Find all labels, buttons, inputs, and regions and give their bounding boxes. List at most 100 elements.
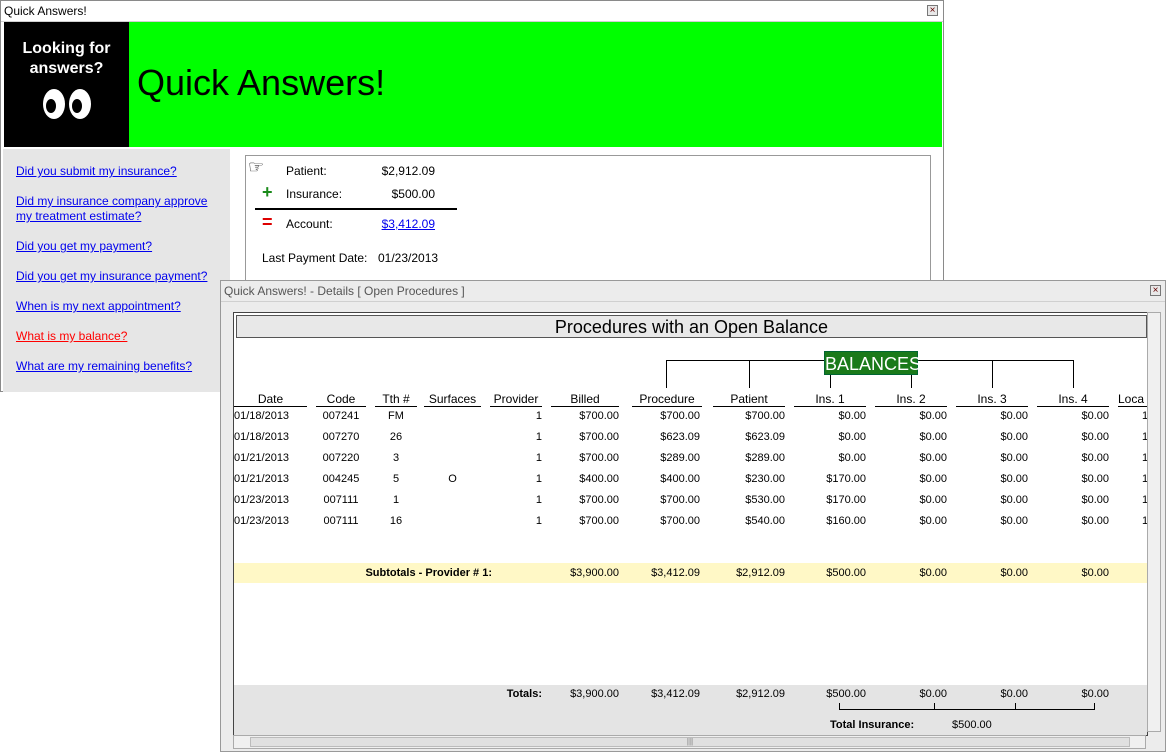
total-ins1: $500.00 [826, 688, 866, 700]
link-payment[interactable]: Did you get my payment? [16, 239, 152, 254]
cell-surfaces: O [448, 473, 457, 485]
col-header-code: Code [316, 392, 366, 407]
cell-code: 007111 [323, 494, 359, 506]
cell-ins3: $0.00 [1000, 452, 1028, 464]
cell-ins1: $0.00 [838, 410, 866, 422]
sum-divider [255, 208, 457, 210]
report-title: Procedures with an Open Balance [236, 315, 1147, 338]
col-header-patient: Patient [713, 392, 785, 407]
link-insurance-payment[interactable]: Did you get my insurance payment? [16, 269, 207, 284]
cell-procedure: $623.09 [660, 431, 700, 443]
bracket-tick [830, 375, 831, 388]
cell-procedure: $400.00 [660, 473, 700, 485]
cell-billed: $700.00 [579, 431, 619, 443]
cell-provider: 1 [535, 452, 542, 464]
total-procedure: $3,412.09 [651, 688, 700, 700]
cell-ins2: $0.00 [919, 515, 947, 527]
col-header-location: Loca [1118, 392, 1147, 407]
cell-provider: 1 [535, 473, 542, 485]
report-area: Procedures with an Open Balance BALANCES… [233, 312, 1148, 687]
total-insurance-value: $500.00 [952, 719, 992, 731]
subtotal-ins2: $0.00 [919, 567, 947, 579]
link-treatment-estimate[interactable]: Did my insurance company approve my trea… [16, 194, 216, 224]
banner-title: Quick Answers! [137, 62, 386, 103]
insurance-label: Insurance: [286, 187, 343, 201]
col-header-ins4: Ins. 4 [1037, 392, 1109, 407]
patient-label: Patient: [286, 164, 327, 178]
cell-provider: 1 [535, 431, 542, 443]
total-insurance-label: Total Insurance: [830, 719, 915, 731]
plus-icon: + [262, 182, 273, 202]
close-icon[interactable]: × [927, 5, 938, 16]
cell-patient: $530.00 [745, 494, 785, 506]
banner: Quick Answers! [129, 22, 942, 147]
cell-billed: $400.00 [579, 473, 619, 485]
details-window: Quick Answers! - Details [ Open Procedur… [220, 280, 1166, 752]
col-header-date: Date [234, 392, 307, 407]
cell-ins2: $0.00 [919, 494, 947, 506]
horizontal-scrollbar[interactable]: ||| [233, 735, 1146, 749]
bracket-line-right [918, 360, 1074, 361]
col-header-ins2: Ins. 2 [875, 392, 947, 407]
total-billed: $3,900.00 [570, 688, 619, 700]
subtotal-ins1: $500.00 [826, 567, 866, 579]
cell-provider: 1 [535, 410, 542, 422]
cell-provider: 1 [535, 494, 542, 506]
link-next-appointment[interactable]: When is my next appointment? [16, 299, 181, 314]
cell-patient: $230.00 [745, 473, 785, 485]
details-window-titlebar: Quick Answers! - Details [ Open Procedur… [221, 281, 1165, 302]
equals-icon: = [262, 212, 273, 232]
details-window-title: Quick Answers! - Details [ Open Procedur… [224, 284, 465, 298]
cell-patient: $289.00 [745, 452, 785, 464]
cell-date: 01/23/2013 [234, 515, 290, 527]
balance-summary: ☞ Patient: $2,912.09 + Insurance: $500.0… [245, 155, 931, 297]
cell-date: 01/23/2013 [234, 494, 290, 506]
cell-patient: $623.09 [745, 431, 785, 443]
link-remaining-benefits[interactable]: What are my remaining benefits? [16, 359, 192, 374]
cell-code: 007241 [322, 410, 360, 422]
subtotal-ins3: $0.00 [1000, 567, 1028, 579]
account-value-link[interactable]: $3,412.09 [366, 217, 435, 231]
account-label: Account: [286, 217, 333, 231]
col-header-ins1: Ins. 1 [794, 392, 866, 407]
total-ins3: $0.00 [1000, 688, 1028, 700]
last-payment-value: 01/23/2013 [378, 251, 439, 265]
subtotal-label: Subtotals - Provider # 1: [365, 567, 492, 579]
bracket-tick [749, 360, 750, 388]
col-header-billed: Billed [551, 392, 619, 407]
total-ins4: $0.00 [1081, 688, 1109, 700]
vertical-scrollbar[interactable] [1147, 312, 1161, 732]
cell-date: 01/21/2013 [234, 452, 290, 464]
cell-patient: $700.00 [745, 410, 785, 422]
cell-date: 01/18/2013 [234, 431, 290, 443]
cell-code: 007270 [322, 431, 360, 443]
cell-code: 004245 [322, 473, 360, 485]
scrollbar-thumb[interactable]: ||| [250, 737, 1130, 747]
ins-bracket-tick [1015, 703, 1016, 709]
cell-code: 007220 [322, 452, 360, 464]
subtotal-procedure: $3,412.09 [651, 567, 700, 579]
cell-ins3: $0.00 [1000, 410, 1028, 422]
cell-billed: $700.00 [579, 452, 619, 464]
cell-ins2: $0.00 [919, 473, 947, 485]
cell-ins3: $0.00 [1000, 515, 1028, 527]
col-header-provider: Provider [490, 392, 542, 407]
cell-tooth: 5 [392, 473, 400, 485]
link-balance[interactable]: What is my balance? [16, 329, 127, 344]
subtotal-billed: $3,900.00 [570, 567, 619, 579]
bracket-tick [1073, 360, 1074, 388]
cell-ins4: $0.00 [1081, 410, 1109, 422]
cell-code: 007111 [323, 515, 359, 527]
sidebar: Did you submit my insurance? Did my insu… [3, 149, 230, 392]
close-icon[interactable]: × [1150, 285, 1161, 296]
pointing-hand-icon: ☞ [248, 157, 265, 177]
subtotal-patient: $2,912.09 [736, 567, 785, 579]
totals-label: Totals: [506, 688, 542, 700]
cell-ins4: $0.00 [1081, 452, 1109, 464]
totals-area: Totals: $3,900.00 $3,412.09 $2,912.09 $5… [233, 685, 1148, 736]
logo: Looking for answers? [4, 22, 129, 147]
col-header-surfaces: Surfaces [424, 392, 481, 407]
link-submit-insurance[interactable]: Did you submit my insurance? [16, 164, 177, 179]
ins-bracket-tick [1094, 703, 1095, 709]
cell-date: 01/18/2013 [234, 410, 290, 422]
